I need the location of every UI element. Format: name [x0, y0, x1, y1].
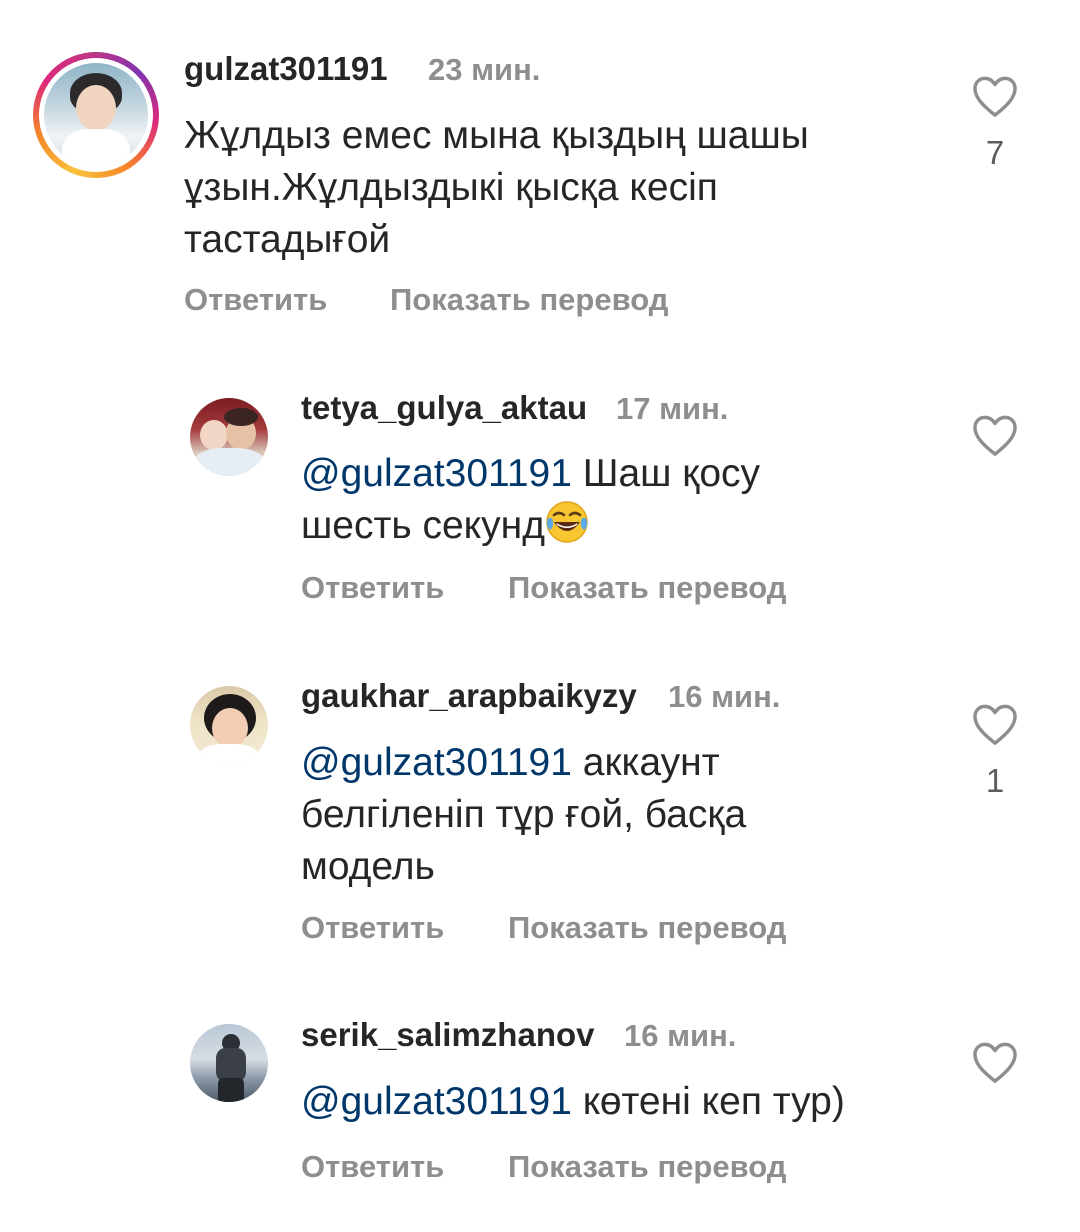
comment-time: 17 мин. [616, 391, 729, 426]
avatar[interactable] [44, 63, 148, 167]
show-translation-button[interactable]: Показать перевод [508, 1149, 786, 1185]
heart-outline-icon[interactable] [972, 415, 1018, 457]
like-count: 1 [985, 762, 1005, 799]
heart-outline-icon[interactable] [972, 1042, 1018, 1084]
comment-text-line: @gulzat301191 Шаш қосу [301, 452, 761, 495]
like-count: 7 [985, 134, 1005, 171]
comment-text: @gulzat301191 көтені кеп тур) [301, 1076, 941, 1128]
comment-text-line: ұзын.Жұлдыздыкі қысқа кесіп [184, 166, 718, 209]
show-translation-button[interactable]: Показать перевод [508, 570, 786, 606]
comment-text-line: белгіленіп тұр ғой, басқа [301, 793, 747, 836]
reply-button[interactable]: Ответить [301, 910, 444, 946]
story-ring[interactable] [33, 52, 159, 178]
show-translation-button[interactable]: Показать перевод [390, 282, 668, 318]
comment-text-line: шесть секунд [301, 500, 941, 552]
comment-text-line: @gulzat301191 көтені кеп тур) [301, 1080, 845, 1123]
reply-button[interactable]: Ответить [301, 1149, 444, 1185]
comment-text-line: модель [301, 845, 435, 888]
comment-text: @gulzat301191 аккаунт белгіленіп тұр ғой… [301, 737, 941, 893]
mention-link[interactable]: @gulzat301191 [301, 452, 572, 495]
mention-link[interactable]: @gulzat301191 [301, 1080, 572, 1123]
comment-username[interactable]: serik_salimzhanov [301, 1016, 595, 1054]
comment-time: 16 мин. [668, 679, 781, 714]
avatar[interactable] [190, 398, 268, 476]
reply-button[interactable]: Ответить [184, 282, 327, 318]
show-translation-button[interactable]: Показать перевод [508, 910, 786, 946]
comment-time: 23 мин. [428, 52, 541, 87]
comment-username[interactable]: tetya_gulya_aktau [301, 389, 587, 427]
avatar[interactable] [190, 1024, 268, 1102]
comment-text: Жұлдыз емес мына қыздың шашы ұзын.Жұлдыз… [184, 110, 944, 266]
comments-thread: gulzat301191 23 мин. Жұлдыз емес мына қы… [0, 0, 1080, 1232]
comment-username[interactable]: gulzat301191 [184, 50, 388, 88]
comment-username[interactable]: gaukhar_arapbaikyzy [301, 677, 637, 715]
face-with-tears-of-joy-icon [546, 501, 588, 543]
comment-time: 16 мин. [624, 1018, 737, 1053]
comment-text-line: Жұлдыз емес мына қыздың шашы [184, 114, 809, 157]
comment-text: @gulzat301191 Шаш қосу шесть секунд [301, 448, 941, 552]
mention-link[interactable]: @gulzat301191 [301, 741, 572, 784]
avatar[interactable] [190, 686, 268, 764]
comment-text-line: тастадығой [184, 218, 391, 261]
heart-outline-icon[interactable] [972, 704, 1018, 746]
heart-outline-icon[interactable] [972, 76, 1018, 118]
comment-item: gulzat301191 23 мин. Жұлдыз емес мына қы… [0, 0, 1080, 340]
comment-text-line: @gulzat301191 аккаунт [301, 741, 720, 784]
reply-button[interactable]: Ответить [301, 570, 444, 606]
